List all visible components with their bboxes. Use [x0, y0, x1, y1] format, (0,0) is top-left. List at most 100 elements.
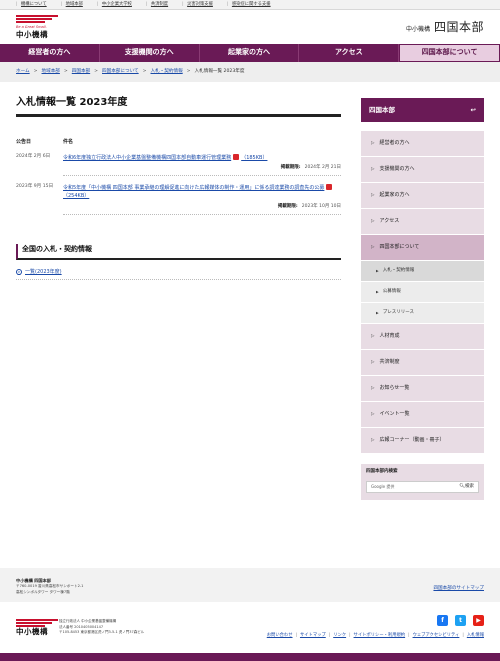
breadcrumb-separator-icon: > [142, 69, 147, 75]
search-title: 四国本部内検索 [366, 469, 398, 474]
utility-link-mutual-aid[interactable]: 共済制度 [146, 2, 168, 8]
utility-link-infection[interactable]: 感染症に関する支援 [227, 2, 271, 8]
nav-item-support-orgs[interactable]: 支援機関の方へ [100, 44, 200, 62]
footer-link-links[interactable]: リンク [333, 633, 346, 639]
breadcrumb-bidding[interactable]: 入札・契約情報 [151, 69, 183, 75]
footer-link-policy[interactable]: サイトポリシー・利用規約 [354, 633, 406, 639]
sidebar-item-label: イベント一覧 [379, 411, 410, 418]
table-row: 2024年 2月 6日 令和6年度独立行政法人中小企業基盤整備機構四国本部自動車… [16, 153, 341, 177]
sidebar-item-label: 四国本部について [379, 244, 420, 251]
sidebar-item-label: 人材育成 [379, 333, 400, 340]
sidebar-item-events[interactable]: ▷ イベント一覧 [361, 402, 484, 428]
twitter-icon[interactable]: t [455, 615, 466, 626]
main-content: 入札情報一覧 2023年度 公告日 件名 2024年 2月 6日 令和6年度独立… [16, 96, 341, 281]
sidebar-item-access[interactable]: ▷ アクセス [361, 209, 484, 235]
sidebar-item-label: アクセス [379, 218, 400, 225]
breadcrumb-regions[interactable]: 地域本部 [42, 69, 60, 75]
footer-sitemap-link[interactable]: 四国本部のサイトマップ [433, 586, 484, 592]
footer-address-2: 高松シンボルタワー タワー棟7階 [16, 590, 70, 595]
sidebar-item-training[interactable]: ▷ 人材育成 [361, 324, 484, 350]
site-logo[interactable]: Be a Great Small. 中小機構 [16, 15, 58, 39]
sidebar-header[interactable]: 四国本部 ↩ [361, 98, 484, 122]
sidebar-item-about-shikoku[interactable]: ▷ 四国本部について [361, 235, 484, 261]
breadcrumb-shikoku[interactable]: 四国本部 [72, 69, 90, 75]
row-date: 2024年 2月 6日 [16, 153, 51, 159]
nav-item-about-shikoku[interactable]: 四国本部について [399, 44, 500, 62]
footer-separator: | [295, 633, 297, 638]
sidebar-subitem-public-offers[interactable]: ▶ 公募情報 [361, 282, 484, 303]
row-file-size: （185KB） [241, 154, 268, 161]
page-title: 入札情報一覧 2023年度 [16, 96, 341, 117]
sidebar-menu: ▷ 経営者の方へ ▷ 支援機関の方へ ▷ 起業家の方へ ▷ アクセス ▷ 四国本部について… [361, 131, 484, 454]
nav-item-entrepreneurs[interactable]: 起業家の方へ [200, 44, 300, 62]
sidebar-item-label: 起業家の方へ [379, 192, 410, 199]
sidebar-subitem-label: 入札・契約情報 [382, 268, 415, 274]
row-file-size: （254KB） [63, 192, 90, 199]
site-footer: 中小機構 独立行政法人 中小企業基盤整備機構 法人番号 201040500414… [0, 608, 500, 653]
search-button-label: 検索 [465, 483, 474, 489]
row-title-link[interactable]: 令和6年度独立行政法人中小企業基盤整備機構四国本部自動車運行管理業務 （185KB… [63, 153, 268, 161]
utility-bar: 機構について 地域本部 中小企業大学校 共済制度 災害対策支援 感染症に関する支… [0, 0, 500, 10]
sidebar-subitem-press[interactable]: ▶ プレスリリース [361, 303, 484, 324]
search-button[interactable]: 🔍︎ 検索 [459, 484, 478, 490]
utility-link-disaster[interactable]: 災害対策支援 [182, 2, 213, 8]
footer-link-accessibility[interactable]: ウェブアクセシビリティ [413, 633, 460, 639]
sidebar-item-label: 支援機関の方へ [379, 166, 415, 173]
chevron-right-icon: ▷ [371, 166, 375, 172]
row-title: 令和6年度独立行政法人中小企業基盤整備機構四国本部自動車運行管理業務 [63, 154, 232, 161]
bottom-band [0, 653, 500, 661]
period-label: 掲載期限: [277, 203, 298, 209]
footer-link-contact[interactable]: お問い合わせ [267, 633, 293, 639]
period-value: 2023年 10月 10日 [301, 203, 341, 209]
sidebar-subitem-bidding[interactable]: ▶ 入札・契約情報 [361, 261, 484, 282]
breadcrumb-current: 入札情報一覧 2023年度 [194, 69, 245, 75]
sidebar-subitem-label: 公募情報 [382, 289, 401, 295]
chevron-right-icon: ▶ [376, 310, 379, 315]
list-2023-link[interactable]: > 一覧(2023年度) [16, 269, 341, 276]
sidebar-item-news[interactable]: ▷ お知らせ一覧 [361, 376, 484, 402]
sidebar-item-entrepreneurs[interactable]: ▷ 起業家の方へ [361, 183, 484, 209]
logo-mark-icon [16, 619, 58, 627]
table-header: 公告日 件名 [16, 139, 341, 146]
footer-org-name: 中小機構 四国本部 [16, 578, 51, 583]
chevron-right-icon: ▶ [376, 268, 379, 273]
site-header: Be a Great Small. 中小機構 中小機構 四国本部 [0, 10, 500, 43]
facebook-icon[interactable]: f [437, 615, 448, 626]
chevron-right-icon: ▷ [371, 218, 375, 224]
brand-org: 中小機構 [405, 26, 430, 33]
sidebar-item-managers[interactable]: ▷ 経営者の方へ [361, 131, 484, 157]
chevron-right-icon: ▷ [371, 192, 375, 198]
table-row: 2023年 9月 15日 令和5年度「中小機構 四国本部 事業承継の理解促進に向… [16, 184, 341, 215]
logo-text: 中小機構 [16, 29, 48, 39]
youtube-icon[interactable]: ▶ [473, 615, 484, 626]
chevron-right-icon: ▷ [371, 333, 375, 339]
row-title-link[interactable]: 令和5年度「中小機構 四国本部 事業承継の理解促進に向けた広報媒体の制作・運用」… [63, 184, 334, 199]
footer-link-bidding[interactable]: 入札情報 [467, 633, 484, 639]
footer-separator: | [328, 633, 331, 638]
nav-item-managers[interactable]: 経営者の方へ [0, 44, 100, 62]
sidebar-item-support-orgs[interactable]: ▷ 支援機関の方へ [361, 157, 484, 183]
breadcrumb-about[interactable]: 四国本部について [102, 69, 139, 75]
utility-link-university[interactable]: 中小企業大学校 [97, 2, 132, 8]
region-brand[interactable]: 中小機構 四国本部 [406, 20, 484, 36]
row-period: 掲載期限: 2024年 2月 21日 [63, 165, 341, 171]
footer-info-1: 独立行政法人 中小企業基盤整備機構 [59, 619, 117, 623]
nav-item-access[interactable]: アクセス [299, 44, 400, 62]
sidebar-item-label: 経営者の方へ [379, 140, 410, 147]
utility-link-about[interactable]: 機構について [16, 2, 47, 8]
breadcrumb-home[interactable]: ホーム [16, 69, 30, 75]
sidebar-item-pr-corner[interactable]: ▷ 広報コーナー（動画・冊子） [361, 428, 484, 454]
global-nav: 経営者の方へ 支援機関の方へ 起業家の方へ アクセス 四国本部について [0, 44, 500, 62]
search-input[interactable]: Google 提供 🔍︎ 検索 [366, 480, 479, 493]
column-title: 件名 [63, 139, 74, 145]
sidebar-item-label: 共済制度 [379, 359, 400, 366]
footer-logo[interactable]: 中小機構 [16, 619, 58, 637]
row-period: 掲載期限: 2023年 10月 10日 [63, 204, 341, 210]
chevron-right-icon: ▷ [371, 244, 375, 250]
breadcrumb-separator-icon: > [186, 69, 191, 75]
sidebar-item-mutual-aid[interactable]: ▷ 共済制度 [361, 350, 484, 376]
footer-address-1: 〒760-0019 香川県高松市サンポート2-1 [16, 584, 84, 589]
row-divider [63, 175, 341, 177]
utility-link-regions[interactable]: 地域本部 [61, 2, 83, 8]
footer-link-sitemap[interactable]: サイトマップ [300, 633, 326, 639]
